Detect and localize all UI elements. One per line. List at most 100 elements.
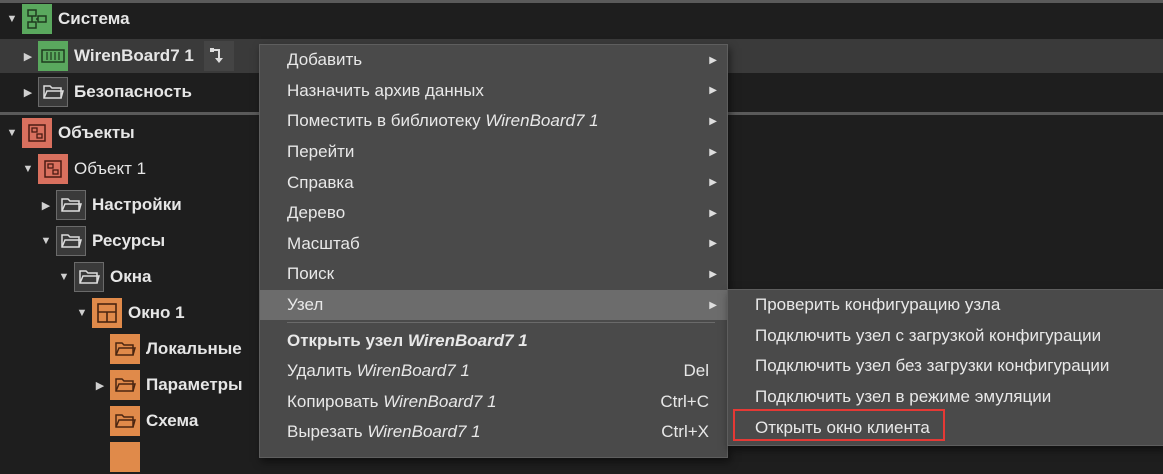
menu-item-delete[interactable]: Удалить WirenBoard7 1 Del bbox=[260, 356, 727, 387]
tree-label-params: Параметры bbox=[146, 375, 243, 394]
folder-icon bbox=[56, 190, 86, 220]
tree-label-security: Безопасность bbox=[74, 82, 192, 101]
menu-item-search[interactable]: Поиск ▶ bbox=[260, 259, 727, 290]
menu-item-goto[interactable]: Перейти ▶ bbox=[260, 137, 727, 168]
menu-separator bbox=[287, 322, 715, 324]
tree-item-partial[interactable] bbox=[0, 440, 146, 474]
menu-label: Открыть узел bbox=[287, 330, 404, 350]
tree-item-security[interactable]: ▶ Безопасность bbox=[0, 75, 192, 109]
menu-label: Назначить архив данных bbox=[287, 80, 484, 100]
menu-item-node[interactable]: Узел ▶ bbox=[260, 289, 727, 321]
menu-item-scale[interactable]: Масштаб ▶ bbox=[260, 229, 727, 260]
folder-icon bbox=[110, 442, 140, 472]
tree-item-params[interactable]: ▶ Параметры bbox=[0, 368, 243, 402]
menu-item-put-library[interactable]: Поместить в библиотеку WirenBoard7 1 ▶ bbox=[260, 106, 727, 137]
tree-label-scheme: Схема bbox=[146, 411, 199, 430]
tree-item-objects[interactable]: ▼ Объекты bbox=[0, 116, 135, 150]
tree-label-system: Система bbox=[58, 9, 130, 28]
menu-item-tree[interactable]: Дерево ▶ bbox=[260, 198, 727, 229]
menu-item-copy[interactable]: Копировать WirenBoard7 1 Ctrl+C bbox=[260, 387, 727, 418]
tree-item-system[interactable]: ▼ Система bbox=[0, 2, 130, 36]
menu-shortcut: Ctrl+C bbox=[660, 391, 709, 411]
tree-item-resources[interactable]: ▼ Ресурсы bbox=[0, 224, 165, 258]
expand-right-icon[interactable]: ▶ bbox=[92, 377, 108, 393]
menu-label: Поместить в библиотеку bbox=[287, 111, 481, 131]
expand-right-icon[interactable]: ▶ bbox=[20, 48, 36, 64]
folder-icon bbox=[38, 77, 68, 107]
menu-item-assign-archive[interactable]: Назначить архив данных ▶ bbox=[260, 76, 727, 107]
tree-item-settings[interactable]: ▶ Настройки bbox=[0, 188, 182, 222]
tree-item-windows[interactable]: ▼ Окна bbox=[0, 260, 151, 294]
menu-item-add[interactable]: Добавить ▶ bbox=[260, 45, 727, 76]
menu-label: Масштаб bbox=[287, 233, 360, 253]
submenu-label: Проверить конфигурацию узла bbox=[755, 295, 1001, 315]
expand-down-icon[interactable]: ▼ bbox=[38, 233, 54, 249]
submenu-item-connect-emulation[interactable]: Подключить узел в режиме эмуляции bbox=[728, 382, 1163, 413]
submenu-arrow-icon: ▶ bbox=[709, 238, 717, 250]
tree-item-scheme[interactable]: Схема bbox=[0, 404, 198, 438]
expand-down-icon[interactable]: ▼ bbox=[74, 305, 90, 321]
tree-label-wirenboard: WirenBoard7 1 bbox=[74, 46, 194, 65]
menu-target: WirenBoard7 1 bbox=[356, 361, 470, 381]
objects-icon bbox=[22, 118, 52, 148]
menu-target: WirenBoard7 1 bbox=[407, 330, 528, 350]
menu-target: WirenBoard7 1 bbox=[485, 111, 599, 131]
tree-label-object1: Объект 1 bbox=[74, 159, 147, 178]
device-icon bbox=[38, 41, 68, 71]
submenu-arrow-icon: ▶ bbox=[709, 268, 717, 280]
folder-icon bbox=[110, 406, 140, 436]
expand-right-icon[interactable]: ▶ bbox=[38, 197, 54, 213]
submenu-label: Подключить узел с загрузкой конфигурации bbox=[755, 325, 1102, 345]
expand-down-icon[interactable]: ▼ bbox=[4, 125, 20, 141]
folder-icon bbox=[110, 334, 140, 364]
submenu-arrow-icon: ▶ bbox=[709, 115, 717, 127]
submenu-arrow-icon: ▶ bbox=[709, 85, 717, 97]
menu-label: Дерево bbox=[287, 203, 346, 223]
menu-label: Узел bbox=[287, 295, 324, 315]
tree-label-settings: Настройки bbox=[92, 195, 182, 214]
menu-label: Добавить bbox=[287, 50, 363, 70]
menu-label: Вырезать bbox=[287, 422, 363, 442]
menu-target: WirenBoard7 1 bbox=[383, 391, 497, 411]
submenu-arrow-icon: ▶ bbox=[709, 207, 717, 219]
submenu-arrow-icon: ▶ bbox=[709, 299, 717, 311]
menu-item-help[interactable]: Справка ▶ bbox=[260, 167, 727, 198]
menu-label: Справка bbox=[287, 172, 354, 192]
tree-item-object1[interactable]: ▼ Объект 1 bbox=[0, 152, 146, 186]
submenu-label: Подключить узел без загрузки конфигураци… bbox=[755, 356, 1110, 376]
window-icon bbox=[92, 298, 122, 328]
menu-item-cut[interactable]: Вырезать WirenBoard7 1 Ctrl+X bbox=[260, 417, 727, 448]
top-separator bbox=[0, 0, 1163, 3]
network-icon bbox=[22, 4, 52, 34]
tree-label-windows: Окна bbox=[110, 267, 152, 286]
tree-item-local[interactable]: Локальные bbox=[0, 332, 242, 366]
tree-label-resources: Ресурсы bbox=[92, 231, 166, 250]
folder-icon bbox=[56, 226, 86, 256]
menu-target: WirenBoard7 1 bbox=[367, 422, 481, 442]
context-menu: Добавить ▶ Назначить архив данных ▶ Помест… bbox=[259, 44, 728, 458]
object-icon bbox=[38, 154, 68, 184]
submenu-item-check-config[interactable]: Проверить конфигурацию узла bbox=[728, 290, 1163, 321]
menu-label: Удалить bbox=[287, 361, 352, 381]
submenu-item-connect-with-config[interactable]: Подключить узел с загрузкой конфигурации bbox=[728, 321, 1163, 352]
folder-icon bbox=[74, 262, 104, 292]
menu-shortcut: Ctrl+X bbox=[661, 422, 709, 442]
expand-down-icon[interactable]: ▼ bbox=[56, 269, 72, 285]
submenu-arrow-icon: ▶ bbox=[709, 146, 717, 158]
expand-right-icon[interactable]: ▶ bbox=[20, 84, 36, 100]
tree-label-local: Локальные bbox=[146, 339, 242, 358]
menu-label: Перейти bbox=[287, 142, 355, 162]
node-link-icon[interactable] bbox=[203, 41, 234, 71]
tree-item-window1[interactable]: ▼ Окно 1 bbox=[0, 296, 185, 330]
expand-down-icon[interactable]: ▼ bbox=[4, 11, 20, 27]
highlight-box bbox=[733, 409, 945, 441]
submenu-item-connect-without-config[interactable]: Подключить узел без загрузки конфигураци… bbox=[728, 351, 1163, 382]
menu-label: Поиск bbox=[287, 264, 335, 284]
submenu-label: Подключить узел в режиме эмуляции bbox=[755, 387, 1052, 407]
submenu-arrow-icon: ▶ bbox=[709, 177, 717, 189]
menu-item-open-node[interactable]: Открыть узел WirenBoard7 1 bbox=[260, 325, 727, 356]
folder-icon bbox=[110, 370, 140, 400]
menu-label: Копировать bbox=[287, 391, 379, 411]
expand-down-icon[interactable]: ▼ bbox=[20, 161, 36, 177]
menu-shortcut: Del bbox=[683, 361, 709, 381]
